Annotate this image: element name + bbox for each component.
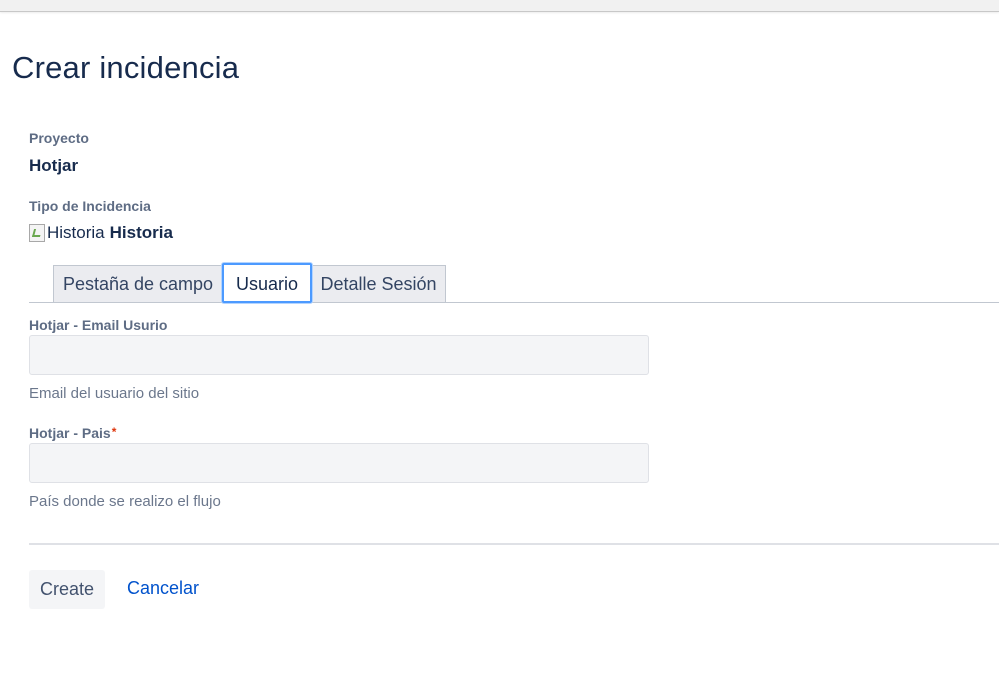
story-icon-alt-text: Historia	[47, 223, 105, 242]
pais-field[interactable]	[29, 443, 649, 483]
tab-detalle-sesion[interactable]: Detalle Sesión	[311, 265, 446, 302]
email-help-text: Email del usuario del sitio	[29, 385, 200, 402]
pais-field-label-row: Hotjar - Pais*	[29, 425, 116, 441]
story-type-icon: Historia	[29, 223, 105, 243]
issue-type-value-row: Historia Historia	[29, 223, 173, 243]
pais-field-label: Hotjar - Pais	[29, 425, 111, 441]
project-value: Hotjar	[29, 156, 79, 175]
issue-type-label: Tipo de Incidencia	[29, 198, 151, 214]
pais-help-text: País donde se realizo el flujo	[29, 493, 221, 510]
project-label: Proyecto	[29, 130, 89, 146]
issue-type-value: Historia	[109, 223, 173, 242]
email-field-label: Hotjar - Email Usurio	[29, 317, 168, 333]
page-title: Crear incidencia	[12, 50, 240, 85]
email-field[interactable]	[29, 335, 649, 375]
tab-usuario[interactable]: Usuario	[222, 263, 312, 303]
cancel-link[interactable]: Cancelar	[127, 578, 199, 599]
tabs-baseline	[29, 302, 999, 303]
form-footer-divider	[29, 543, 999, 545]
tab-pestana-de-campo[interactable]: Pestaña de campo	[53, 265, 223, 302]
browser-top-bar	[0, 0, 999, 12]
required-indicator: *	[111, 425, 117, 439]
create-button[interactable]: Create	[29, 570, 105, 609]
broken-image-icon	[29, 224, 45, 242]
